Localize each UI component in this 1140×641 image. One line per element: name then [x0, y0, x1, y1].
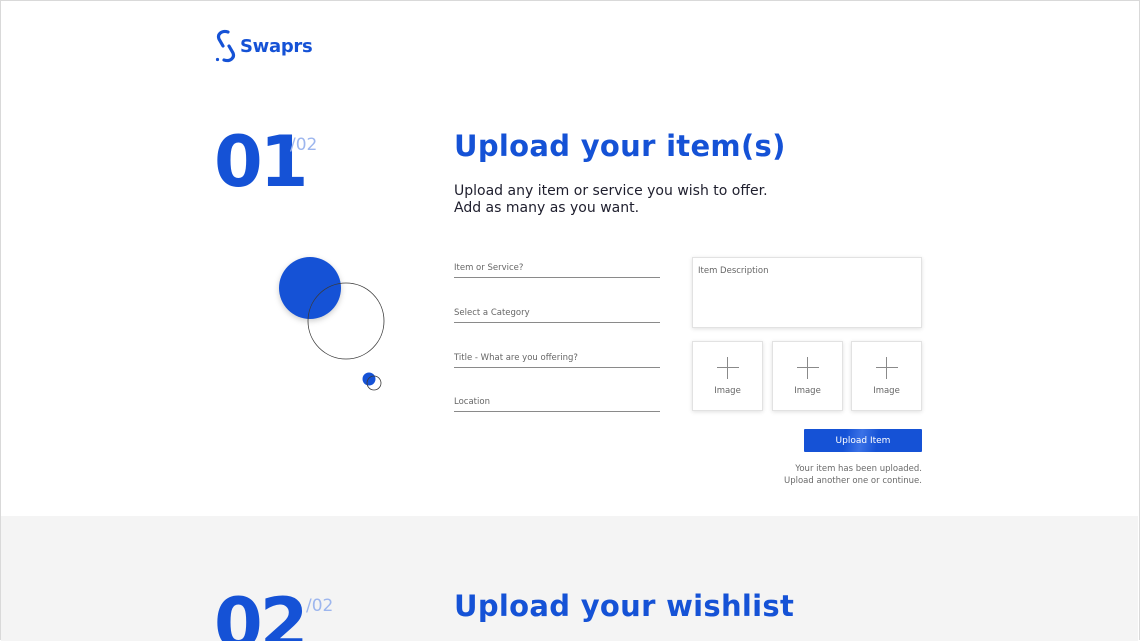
- section-title: Upload your item(s): [454, 129, 786, 163]
- step-total: /02: [290, 135, 318, 155]
- image-slot-label: Image: [794, 386, 821, 396]
- location-field[interactable]: [454, 393, 660, 412]
- step-number: 02: [214, 583, 308, 641]
- decorative-circles: [279, 257, 385, 391]
- plus-icon: [876, 357, 898, 379]
- status-line: Upload another one or continue.: [783, 476, 922, 486]
- subtitle-line: Add as many as you want.: [454, 200, 640, 216]
- upload-item-button[interactable]: Upload Item: [804, 429, 922, 452]
- brand-logo[interactable]: Swaprs: [214, 29, 313, 63]
- item-or-service-field[interactable]: [454, 259, 660, 278]
- step-total: /02: [306, 596, 334, 616]
- category-select[interactable]: [454, 304, 660, 323]
- image-upload-slot[interactable]: Image: [692, 341, 763, 411]
- image-upload-slot[interactable]: Image: [772, 341, 843, 411]
- chain-link-s-icon: [215, 29, 236, 63]
- plus-icon: [797, 357, 819, 379]
- image-upload-slot[interactable]: Image: [851, 341, 922, 411]
- subtitle-line: Upload any item or service you wish to o…: [454, 183, 768, 199]
- status-line: Your item has been uploaded.: [795, 464, 922, 474]
- section-subtitle: Upload any item or service you wish to o…: [454, 183, 768, 217]
- upload-status-message: Your item has been uploaded. Upload anot…: [784, 463, 922, 487]
- image-slot-label: Image: [873, 386, 900, 396]
- plus-icon: [717, 357, 739, 379]
- brand-name: Swaprs: [240, 35, 313, 57]
- section-title: Upload your wishlist: [454, 589, 795, 623]
- image-slot-label: Image: [714, 386, 741, 396]
- wishlist-section: 02 /02 Upload your wishlist: [1, 516, 1138, 641]
- title-field[interactable]: [454, 349, 660, 368]
- item-description-field[interactable]: [692, 257, 922, 328]
